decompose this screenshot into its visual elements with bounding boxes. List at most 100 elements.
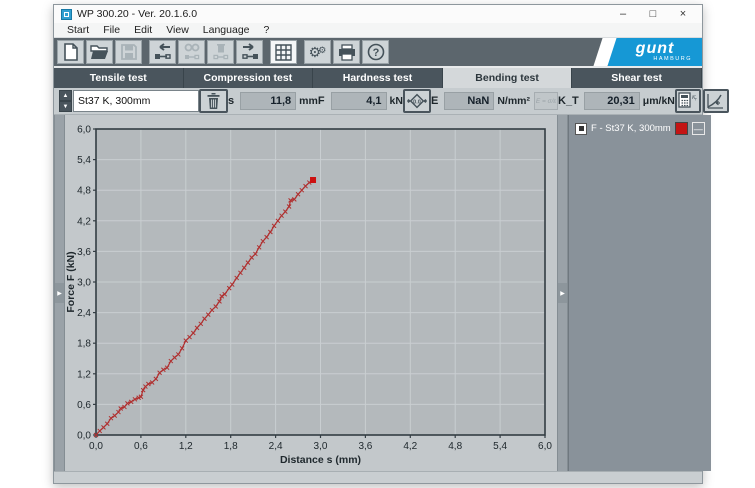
menu-start[interactable]: Start — [60, 24, 96, 36]
app-window: WP 300.20 - Ver. 20.1.6.0 – □ × Start Fi… — [53, 4, 703, 484]
left-expand-arrow-icon[interactable]: ▶ — [55, 283, 64, 303]
help-button[interactable]: ? — [362, 40, 389, 64]
tare-zero-icon: 0.0 — [407, 92, 427, 110]
menu-file[interactable]: File — [96, 24, 127, 36]
desktop: WP 300.20 - Ver. 20.1.6.0 – □ × Start Fi… — [0, 0, 755, 488]
grid-icon — [275, 44, 292, 61]
svg-text:0,0: 0,0 — [77, 431, 91, 442]
close-button[interactable]: × — [668, 6, 698, 22]
svg-text:4,8: 4,8 — [448, 441, 462, 452]
chart-container: 0,00,00,60,61,21,21,81,82,42,43,03,03,63… — [65, 115, 557, 471]
svg-text:Force F (kN): Force F (kN) — [65, 251, 77, 312]
svg-text:0,6: 0,6 — [77, 400, 91, 411]
gears-icon: ⚙⚙ — [309, 45, 327, 59]
gunt-logo-text: gunt — [636, 41, 675, 57]
kt-unit: μm/kN — [643, 95, 675, 107]
delete-record-button[interactable] — [207, 40, 234, 64]
save-file-button[interactable] — [115, 40, 142, 64]
right-expand-arrow-icon[interactable]: ▶ — [558, 283, 567, 303]
spinner-down-button[interactable]: ▼ — [59, 101, 72, 112]
s-label: s — [228, 95, 234, 107]
tab-bending-test[interactable]: Bending test — [443, 68, 573, 88]
f-label: F — [318, 95, 325, 107]
menu-language[interactable]: Language — [196, 24, 257, 36]
tab-compression-test[interactable]: Compression test — [184, 68, 314, 88]
window-title: WP 300.20 - Ver. 20.1.6.0 — [77, 8, 608, 20]
delete-specimen-button[interactable] — [199, 89, 228, 113]
gunt-logo-subtext: HAMBURG — [653, 57, 692, 63]
print-button[interactable] — [333, 40, 360, 64]
loop-button[interactable] — [178, 40, 205, 64]
grid-toggle-button[interactable] — [270, 40, 297, 64]
svg-text:3,0: 3,0 — [314, 441, 328, 452]
svg-text:5,4: 5,4 — [77, 155, 91, 166]
open-file-icon — [90, 44, 109, 60]
svg-text:4,8: 4,8 — [77, 186, 91, 197]
app-icon — [61, 9, 72, 20]
specimen-input[interactable] — [73, 90, 199, 112]
gunt-logo: gunt HAMBURG — [608, 38, 702, 66]
f-value: 4,1 — [331, 92, 387, 110]
e-formula-button[interactable]: E = σ/ε — [534, 92, 558, 110]
svg-text:1,2: 1,2 — [77, 369, 91, 380]
trash-icon — [207, 93, 220, 110]
svg-text:1,8: 1,8 — [77, 339, 91, 350]
menu-help[interactable]: ? — [257, 24, 277, 36]
right-panel-splitter[interactable]: ▶ — [557, 115, 568, 471]
svg-text:4,2: 4,2 — [403, 441, 417, 452]
legend-series-label: F - St37 K, 300mm — [591, 123, 671, 134]
menu-bar: Start File Edit View Language ? — [54, 23, 702, 38]
svg-text:1,2: 1,2 — [179, 441, 193, 452]
settings-button[interactable]: ⚙⚙ — [304, 40, 331, 64]
svg-text:2,4: 2,4 — [269, 441, 283, 452]
tab-tensile-test[interactable]: Tensile test — [54, 68, 184, 88]
step-forward-button[interactable] — [236, 40, 263, 64]
help-icon: ? — [367, 43, 385, 61]
legend-panel: F - St37 K, 300mm — — [568, 115, 711, 471]
kt-label: K_T — [558, 95, 579, 107]
force-distance-chart: 0,00,00,60,61,21,21,81,82,42,43,03,03,63… — [65, 115, 557, 471]
status-bar — [54, 471, 702, 483]
curve-icon — [706, 92, 725, 110]
printer-icon — [338, 44, 356, 61]
save-icon — [121, 44, 137, 60]
tab-shear-test[interactable]: Shear test — [572, 68, 702, 88]
e-value: NaN — [444, 92, 494, 110]
left-panel-splitter[interactable]: ▶ — [54, 115, 65, 471]
curve-view-button[interactable] — [703, 89, 729, 113]
calculator-icon: KT — [678, 92, 697, 110]
title-bar: WP 300.20 - Ver. 20.1.6.0 – □ × — [54, 5, 702, 23]
s-unit: mm — [299, 95, 318, 107]
arrow-left-nodes-icon — [154, 43, 172, 61]
svg-text:?: ? — [372, 47, 379, 59]
svg-text:0,6: 0,6 — [134, 441, 148, 452]
chart-area: ▶ 0,00,00,60,61,21,21,81,82,42,43,03,03,… — [54, 115, 702, 471]
menu-view[interactable]: View — [159, 24, 196, 36]
svg-text:4,2: 4,2 — [77, 216, 91, 227]
maximize-button[interactable]: □ — [638, 6, 668, 22]
new-file-icon — [63, 43, 79, 61]
svg-text:3,6: 3,6 — [358, 441, 372, 452]
tab-hardness-test[interactable]: Hardness test — [313, 68, 443, 88]
svg-text:1,8: 1,8 — [224, 441, 238, 452]
new-file-button[interactable] — [57, 40, 84, 64]
spinner-up-button[interactable]: ▲ — [59, 90, 72, 101]
tare-button[interactable]: 0.0 — [403, 89, 431, 113]
legend-checkbox[interactable] — [575, 123, 587, 135]
svg-text:6,0: 6,0 — [77, 125, 91, 136]
legend-line-style-button[interactable]: — — [692, 122, 705, 135]
step-back-button[interactable] — [149, 40, 176, 64]
svg-text:5,4: 5,4 — [493, 441, 507, 452]
menu-edit[interactable]: Edit — [127, 24, 159, 36]
minimize-button[interactable]: – — [608, 6, 638, 22]
kt-calculate-button[interactable]: KT — [675, 89, 701, 113]
legend-item: F - St37 K, 300mm — — [575, 122, 705, 135]
trash-nodes-icon — [212, 43, 230, 61]
kt-value: 20,31 — [584, 92, 640, 110]
legend-color-swatch[interactable] — [675, 122, 688, 135]
open-file-button[interactable] — [86, 40, 113, 64]
control-row: ▲ ▼ s 11,8 mm F 4,1 kN 0.0 E NaN N/mm² E… — [54, 88, 702, 115]
svg-text:2,4: 2,4 — [77, 308, 91, 319]
toolbar: ⚙⚙ ? gunt HAMBURG — [54, 38, 702, 66]
s-value: 11,8 — [240, 92, 296, 110]
